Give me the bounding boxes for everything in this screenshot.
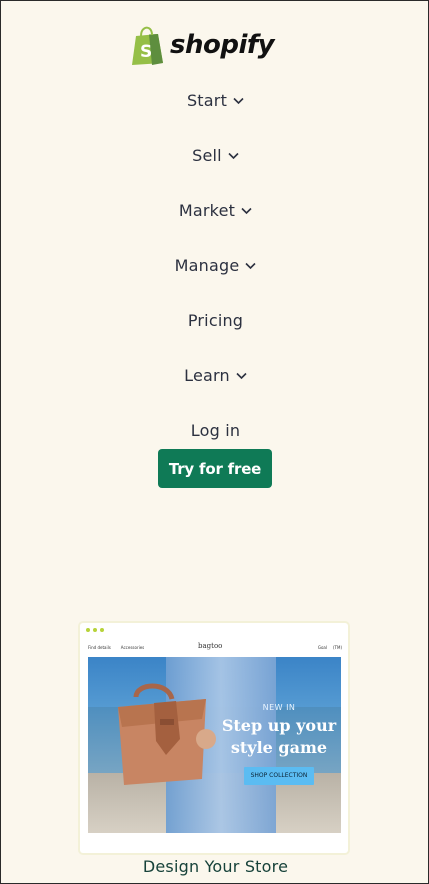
hero-headline-line: Step up your bbox=[221, 716, 337, 735]
chevron-down-icon bbox=[228, 152, 239, 159]
nav-item-sell[interactable]: Sell bbox=[1, 128, 429, 183]
window-dots bbox=[86, 628, 104, 632]
preview-nav-link: Goal bbox=[317, 645, 327, 650]
chevron-down-icon bbox=[236, 372, 247, 379]
preview-nav-link: (TM) bbox=[332, 645, 342, 650]
hero-copy: NEW IN Step up your style game SHOP COLL… bbox=[220, 703, 338, 785]
shop-collection-button: SHOP COLLECTION bbox=[244, 767, 314, 785]
handbag-image bbox=[118, 683, 216, 785]
nav-item-label: Start bbox=[186, 91, 228, 110]
shopify-logo[interactable]: S shopify bbox=[130, 25, 275, 65]
preview-nav-link: Find details bbox=[88, 645, 111, 650]
brand-name: shopify bbox=[170, 30, 275, 60]
shopping-bag-icon: S bbox=[132, 26, 163, 65]
nav-item-learn[interactable]: Learn bbox=[1, 348, 429, 403]
chevron-down-icon bbox=[241, 207, 252, 214]
svg-text:S: S bbox=[140, 42, 152, 62]
nav-item-label: Manage bbox=[174, 256, 240, 275]
nav-item-manage[interactable]: Manage bbox=[1, 238, 429, 293]
chevron-down-icon bbox=[233, 97, 244, 104]
window-dot bbox=[86, 628, 90, 632]
preview-hero: NEW IN Step up your style game SHOP COLL… bbox=[88, 657, 341, 833]
nav-item-label: Pricing bbox=[187, 311, 244, 330]
chevron-down-icon bbox=[245, 262, 256, 269]
nav-item-market[interactable]: Market bbox=[1, 183, 429, 238]
preview-store-brand: bagtoo bbox=[198, 642, 223, 650]
nav-item-label: Sell bbox=[192, 146, 222, 165]
window-dot bbox=[100, 628, 104, 632]
preview-nav-link: Accessories bbox=[120, 645, 145, 650]
nav-item-pricing[interactable]: Pricing bbox=[1, 293, 429, 348]
nav-item-label: Learn bbox=[184, 366, 230, 385]
hero-headline-line: style game bbox=[230, 738, 328, 757]
mobile-nav-menu: Start Sell Market Manage Pricing Learn L… bbox=[1, 73, 429, 458]
window-dot bbox=[93, 628, 97, 632]
preview-caption: Design Your Store bbox=[142, 857, 289, 876]
try-for-free-button[interactable]: Try for free bbox=[158, 449, 272, 488]
hero-headline: Step up your style game bbox=[220, 715, 338, 759]
nav-item-start[interactable]: Start bbox=[1, 73, 429, 128]
store-preview-image: Find details Accessories bagtoo Goal (TM… bbox=[80, 623, 348, 853]
hero-eyebrow: NEW IN bbox=[262, 703, 296, 712]
preview-store-header: Find details Accessories bagtoo Goal (TM… bbox=[88, 641, 342, 655]
nav-item-label: Market bbox=[178, 201, 236, 220]
nav-item-label: Log in bbox=[190, 421, 241, 440]
